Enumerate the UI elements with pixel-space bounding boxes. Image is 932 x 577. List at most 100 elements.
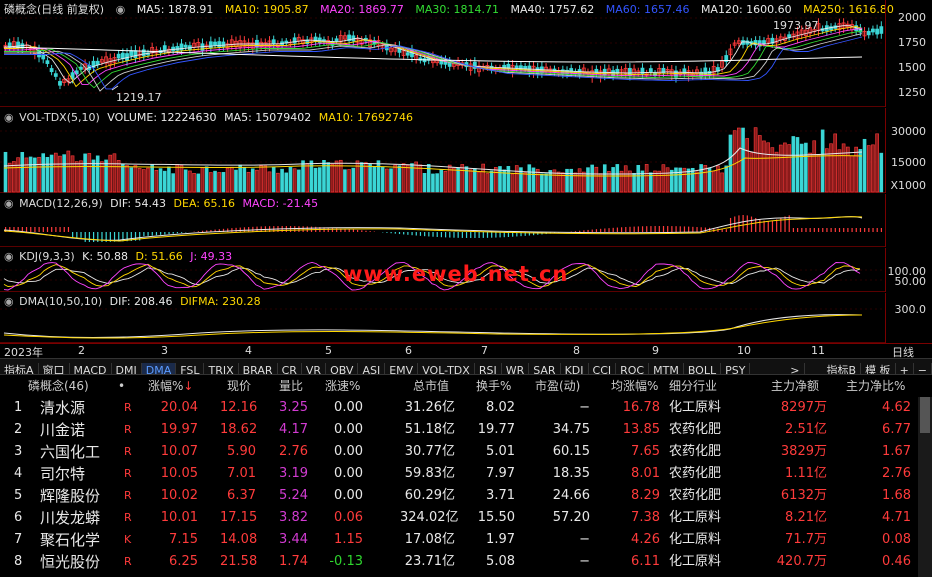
settings-icon[interactable]: ◉ — [4, 250, 14, 263]
speed: -0.13 — [329, 554, 363, 569]
macd-histogram-bar — [667, 226, 669, 232]
remove-button[interactable]: − — [914, 363, 932, 374]
settings-icon[interactable]: ◉ — [4, 111, 14, 124]
col-header-speed[interactable]: 涨速% — [325, 375, 360, 397]
tab-bar-right: > 指标B 模 板 + − — [786, 359, 932, 374]
settings-icon[interactable]: ◉ — [4, 197, 14, 210]
tab-macd[interactable]: MACD — [70, 363, 112, 374]
table-row[interactable]: 4 司尔特 R 10.05 7.01 3.19 0.00 59.83亿 7.97 18.35 8.0… — [0, 463, 918, 485]
tab-wr[interactable]: WR — [502, 363, 530, 374]
tab-dmi[interactable]: DMI — [112, 363, 142, 374]
add-button[interactable]: + — [896, 363, 914, 374]
col-header-net-ratio[interactable]: 主力净比% — [846, 375, 905, 397]
volume-bar — [460, 164, 465, 193]
volume-bar — [246, 171, 251, 193]
tab-trix[interactable]: TRIX — [204, 363, 239, 374]
volume-bar — [175, 164, 180, 193]
volume-bar — [686, 168, 691, 193]
scrollbar[interactable] — [918, 397, 932, 577]
volume-bar — [221, 172, 226, 193]
price-candle — [70, 72, 75, 79]
tab-sar[interactable]: SAR — [529, 363, 561, 374]
table-row[interactable]: 6 川发龙蟒 R 10.01 17.15 3.82 0.06 324.02亿 15.50 57.2… — [0, 507, 918, 529]
volume-ratio: 2.76 — [279, 444, 308, 459]
turnover: 5.01 — [486, 444, 515, 459]
template-button[interactable]: 模 板 — [861, 363, 896, 374]
tab-vr[interactable]: VR — [302, 363, 327, 374]
macd-histogram-bar — [767, 220, 769, 232]
macd-histogram-bar — [574, 231, 577, 232]
tab-cci[interactable]: CCI — [589, 363, 617, 374]
dma-panel[interactable]: ◉ DMA(10,50,10) DIF: 208.46 DIFMA: 230.2… — [0, 293, 885, 343]
volume-panel[interactable]: ◉ VOL-TDX(5,10) VOLUME: 12224630 MA5: 15… — [0, 108, 885, 193]
macd-histogram-bar — [55, 227, 57, 232]
col-header-pe[interactable]: 市盈(动) — [535, 375, 580, 397]
volume-bar — [527, 164, 532, 193]
tab-window[interactable]: 窗口 — [39, 363, 70, 374]
avg-change: 13.85 — [622, 422, 660, 437]
tab-indicator-a[interactable]: 指标A — [0, 363, 39, 374]
volume-bar — [121, 163, 125, 193]
industry: 化工原料 — [669, 510, 722, 525]
macd-histogram-bar — [25, 227, 28, 232]
col-header-market-cap[interactable]: 总市值 — [413, 375, 449, 397]
volume-bar — [393, 164, 398, 193]
macd-histogram-bar — [629, 226, 631, 232]
market-cap: 17.08亿 — [404, 532, 455, 547]
macd-histogram-bar — [411, 232, 413, 236]
tab-rsi[interactable]: RSI — [475, 363, 502, 374]
volume-bar — [871, 144, 875, 193]
tab-brar[interactable]: BRAR — [239, 363, 278, 374]
tab-cr[interactable]: CR — [278, 363, 302, 374]
volume-bar — [586, 167, 590, 193]
macd-histogram-bar — [352, 229, 355, 232]
col-header-industry[interactable]: 细分行业 — [669, 375, 717, 397]
tab-asi[interactable]: ASI — [358, 363, 386, 374]
macd-histogram-bar — [583, 230, 585, 232]
tab-kdj[interactable]: KDJ — [561, 363, 589, 374]
settings-icon[interactable]: ◉ — [116, 3, 126, 16]
high-price-label: 1973.97 — [773, 19, 819, 32]
price-panel[interactable]: 磷概念(日线 前复权) ◉ MA5: 1878.91 MA10: 1905.87… — [0, 0, 894, 107]
table-row[interactable]: 3 六国化工 R 10.07 5.90 2.76 0.00 30.77亿 5.01 60.15 7.… — [0, 441, 918, 463]
tab-indicator-b[interactable]: 指标B — [823, 363, 862, 374]
volume-bar — [699, 164, 703, 193]
tab-psy[interactable]: PSY — [721, 363, 751, 374]
col-header-price[interactable]: 现价 — [227, 375, 251, 397]
volume-bar — [91, 159, 96, 193]
tab-boll[interactable]: BOLL — [684, 363, 722, 374]
macd-histogram-bar — [235, 227, 237, 232]
tab-obv[interactable]: OBV — [326, 363, 359, 374]
col-header-change[interactable]: 涨幅%↓ — [148, 375, 193, 397]
net-flow: 2.51亿 — [785, 422, 827, 437]
macd-panel[interactable]: ◉ MACD(12,26,9) DIF: 54.43 DEA: 65.16 MA… — [0, 194, 885, 247]
table-row[interactable]: 8 恒光股份 R 6.25 21.58 1.74 -0.13 23.71亿 5.08 − 6.11 化… — [0, 551, 918, 573]
tab-fsl[interactable]: FSL — [176, 363, 205, 374]
settings-icon[interactable]: ◉ — [4, 295, 14, 308]
col-header-name[interactable]: 磷概念(46) — [28, 375, 89, 397]
table-row[interactable]: 2 川金诺 R 19.97 18.62 4.17 0.00 51.18亿 19.77 34.75 1… — [0, 419, 918, 441]
col-header-turnover[interactable]: 换手% — [476, 375, 511, 397]
tab-roc[interactable]: ROC — [616, 363, 650, 374]
table-row[interactable]: 7 聚石化学 K 7.15 14.08 3.44 1.15 17.08亿 1.97 − 4.26 化工… — [0, 529, 918, 551]
tab-scroll-right-button[interactable]: > — [786, 363, 805, 374]
tab-emv[interactable]: EMV — [385, 363, 419, 374]
col-header-dot[interactable]: • — [118, 375, 125, 397]
volume-bar — [414, 161, 418, 193]
col-header-volume-ratio[interactable]: 量比 — [279, 375, 303, 397]
row-index: 1 — [14, 400, 23, 415]
volume-header: ◉ VOL-TDX(5,10) VOLUME: 12224630 MA5: 15… — [4, 109, 421, 126]
table-row[interactable]: 5 辉隆股份 R 10.02 6.37 5.24 0.00 60.29亿 3.71 24.66 8.… — [0, 485, 918, 507]
volume-bar — [766, 142, 770, 193]
tab-dma[interactable]: DMA — [141, 363, 177, 374]
macd-histogram-bar — [486, 232, 489, 238]
table-row[interactable]: 1 清水源 R 20.04 12.16 3.25 0.00 31.26亿 8.02 − 16.78 化… — [0, 397, 918, 419]
tab-vol-tdx[interactable]: VOL-TDX — [418, 363, 475, 374]
col-header-avg-change[interactable]: 均涨幅% — [611, 375, 658, 397]
macd-histogram-bar — [587, 229, 589, 232]
tab-mtm[interactable]: MTM — [649, 363, 684, 374]
col-header-net-flow[interactable]: 主力净额 — [771, 375, 819, 397]
scrollbar-thumb[interactable] — [920, 397, 930, 433]
turnover: 3.71 — [486, 488, 515, 503]
kdj-panel[interactable]: ◉ KDJ(9,3,3) K: 50.88 D: 51.66 J: 49.33 … — [0, 248, 885, 292]
